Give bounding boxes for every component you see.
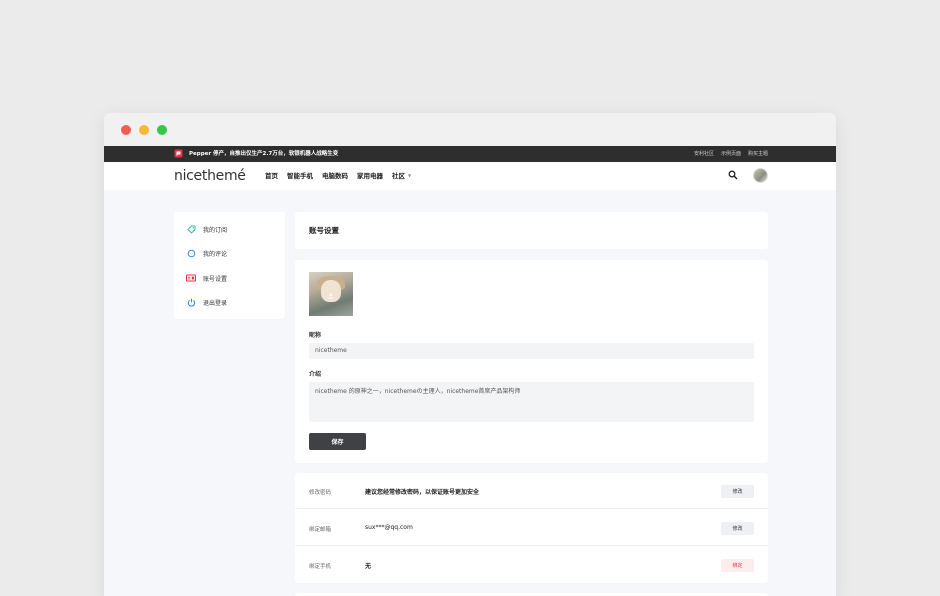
power-icon [186, 297, 196, 307]
change-password-button[interactable]: 修改 [721, 485, 754, 498]
camera-icon: ⚓ [327, 292, 335, 301]
sidebar-item-label: 我的评论 [203, 250, 228, 258]
intro-label: 介绍 [309, 371, 322, 378]
announcement-link[interactable]: Pepper 停产，自推出仅生产2.7万台，软银机器人战略生变 [189, 149, 338, 159]
email-label: 绑定邮箱 [309, 527, 332, 533]
sidebar-item-account-settings[interactable]: 账号设置 [186, 272, 227, 284]
phone-value: 无 [365, 563, 372, 570]
change-email-button[interactable]: 修改 [721, 522, 754, 535]
top-link-demo[interactable]: 示例页面 [721, 149, 741, 159]
sidebar-item-comments[interactable]: 我的评论 [186, 247, 227, 259]
pepper-logo-icon [174, 149, 183, 158]
nav-item-community[interactable]: 社区 [392, 171, 405, 181]
browser-window: Pepper 停产，自推出仅生产2.7万台，软银机器人战略生变 安利社区 示例页… [104, 113, 836, 596]
password-row: 修改密码 建议您经常修改密码，以保证账号更加安全 修改 [295, 473, 768, 509]
chevron-down-icon: ▼ [408, 173, 412, 178]
tag-icon [186, 224, 196, 234]
security-card: 修改密码 建议您经常修改密码，以保证账号更加安全 修改 绑定邮箱 sux***@… [295, 473, 768, 583]
save-button[interactable]: 保存 [309, 433, 366, 450]
password-label: 修改密码 [309, 490, 332, 496]
bind-phone-button[interactable]: 绑定 [721, 559, 754, 572]
id-card-icon [186, 273, 196, 283]
close-window-button[interactable] [121, 125, 131, 135]
main-navbar: nicethemé 首页 智能手机 电脑数码 家用电器 社区 ▼ [104, 162, 836, 190]
sidebar-item-label: 退出登录 [203, 299, 228, 307]
top-link-buy[interactable]: 购买主题 [748, 149, 768, 159]
comment-icon [186, 248, 196, 258]
phone-label: 绑定手机 [309, 564, 332, 570]
sidebar-item-subscriptions[interactable]: 我的订阅 [186, 223, 227, 235]
sidebar-item-label: 我的订阅 [203, 226, 228, 234]
search-icon[interactable] [728, 170, 738, 180]
profile-form-card: ⚓ 昵称 nicetheme 介绍 nicetheme 的原神之一，niceth… [295, 260, 768, 463]
minimize-window-button[interactable] [139, 125, 149, 135]
phone-row: 绑定手机 无 绑定 [295, 547, 768, 583]
nav-item-digital[interactable]: 电脑数码 [322, 171, 348, 181]
user-avatar[interactable] [753, 168, 768, 183]
profile-avatar-upload[interactable]: ⚓ [309, 272, 353, 316]
nickname-input[interactable]: nicetheme [309, 343, 754, 359]
window-titlebar [104, 113, 836, 146]
sidebar-item-logout[interactable]: 退出登录 [186, 296, 227, 308]
top-links: 安利社区 示例页面 购买主题 [694, 149, 768, 159]
nav-item-phones[interactable]: 智能手机 [287, 171, 313, 181]
intro-textarea[interactable]: nicetheme 的原神之一，nicethemeの主理人，nicetheme首… [309, 382, 754, 422]
email-value: sux***@qq.com [365, 524, 413, 531]
nav-item-appliances[interactable]: 家用电器 [357, 171, 383, 181]
password-hint: 建议您经常修改密码，以保证账号更加安全 [365, 489, 480, 496]
top-announcement-bar: Pepper 停产，自推出仅生产2.7万台，软银机器人战略生变 安利社区 示例页… [104, 146, 836, 162]
maximize-window-button[interactable] [157, 125, 167, 135]
nickname-label: 昵称 [309, 332, 322, 339]
primary-nav: 首页 智能手机 电脑数码 家用电器 社区 ▼ [265, 171, 411, 181]
sidebar-item-label: 账号设置 [203, 275, 228, 283]
page-title: 账号设置 [309, 226, 339, 235]
email-row: 绑定邮箱 sux***@qq.com 修改 [295, 510, 768, 546]
nav-item-home[interactable]: 首页 [265, 171, 278, 181]
page-title-card: 账号设置 [295, 212, 768, 249]
top-link-community[interactable]: 安利社区 [694, 149, 714, 159]
account-sidebar: 我的订阅 我的评论 账号设置 退出登录 [174, 212, 285, 319]
site-logo[interactable]: nicethemé [174, 167, 246, 185]
